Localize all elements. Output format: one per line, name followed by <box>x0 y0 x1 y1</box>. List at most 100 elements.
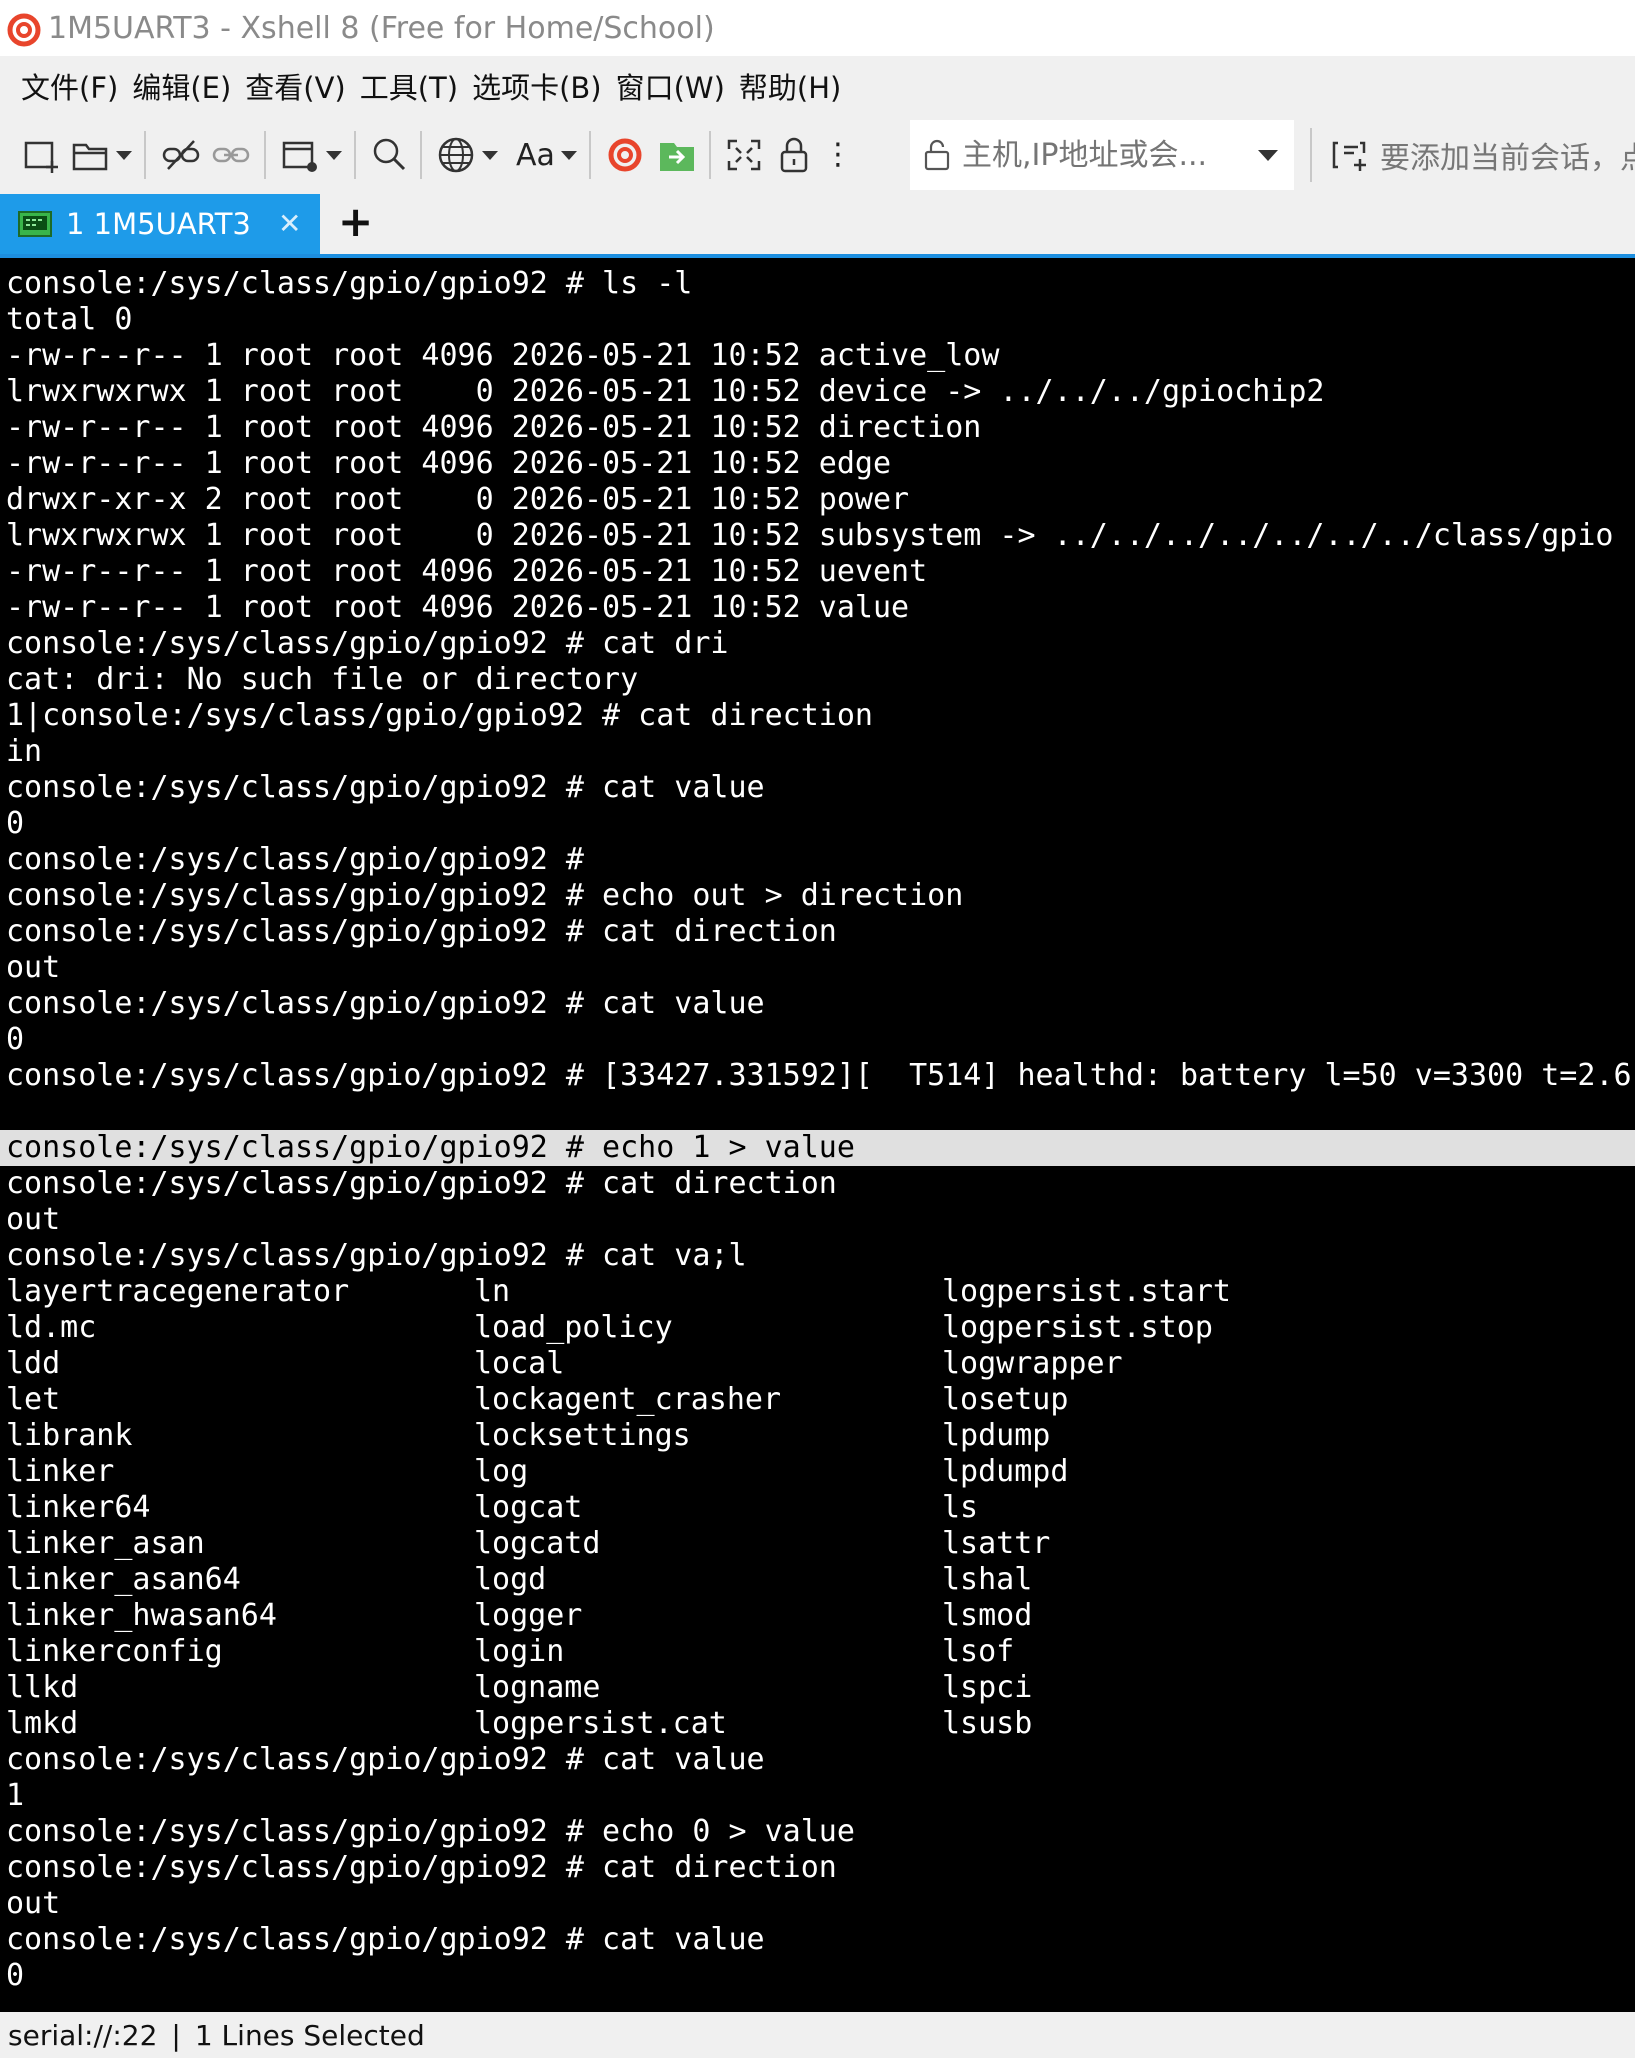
terminal-line: console:/sys/class/gpio/gpio92 # cat dri <box>6 626 729 661</box>
title-bar: 1M5UART3 - Xshell 8 (Free for Home/Schoo… <box>0 0 1635 56</box>
new-window-icon <box>282 141 317 172</box>
menu-view[interactable]: 查看(V) <box>238 65 352 107</box>
menu-help[interactable]: 帮助(H) <box>732 65 848 107</box>
disconnect-button[interactable] <box>160 125 202 185</box>
completion-item: linker64 <box>6 1490 151 1525</box>
menu-tabs[interactable]: 选项卡(B) <box>465 65 609 107</box>
terminal-line: out <box>6 1886 61 1921</box>
toolbar-divider <box>354 131 356 179</box>
terminal-line: cat: dri: No such file or directory <box>6 662 639 697</box>
terminal-line: total 0 <box>6 302 133 337</box>
completion-item: logcat <box>474 1490 583 1525</box>
menu-tools[interactable]: 工具(T) <box>353 65 465 107</box>
lock-icon <box>780 137 808 173</box>
new-session-button[interactable] <box>22 125 62 185</box>
find-button[interactable] <box>370 125 408 185</box>
toolbar-divider <box>264 131 266 179</box>
fullscreen-button[interactable] <box>725 125 763 185</box>
terminal-line: -rw-r--r-- 1 root root 4096 2026-05-21 1… <box>6 590 910 625</box>
completion-row: ldd local logwrapper <box>6 1346 1635 1382</box>
xftp-button[interactable] <box>657 125 697 185</box>
selected-terminal-line[interactable]: console:/sys/class/gpio/gpio92 # echo 1 … <box>0 1130 1635 1166</box>
reconnect-icon <box>212 147 250 163</box>
xshell-button[interactable] <box>605 125 645 185</box>
toolbar-divider <box>420 131 422 179</box>
completion-item: logd <box>474 1562 547 1597</box>
completion-item: lmkd <box>6 1706 79 1741</box>
terminal-line: console:/sys/class/gpio/gpio92 # ls -l <box>6 266 693 301</box>
add-session-hint[interactable]: 要添加当前会话，点 <box>1330 116 1635 194</box>
completion-item: linker_asan <box>6 1526 205 1561</box>
address-bar[interactable] <box>910 120 1294 190</box>
xshell-logo-icon <box>7 13 41 47</box>
chevron-down-icon[interactable] <box>560 150 577 160</box>
terminal-line: 0 <box>6 806 25 841</box>
terminal-line: lrwxrwxrwx 1 root root 0 2026-05-21 10:5… <box>6 518 1614 553</box>
menu-file[interactable]: 文件(F) <box>14 65 125 107</box>
fullscreen-icon <box>727 139 761 171</box>
address-input[interactable] <box>960 136 1254 174</box>
reconnect-button[interactable] <box>210 125 252 185</box>
add-session-text: 要添加当前会话，点 <box>1380 141 1635 176</box>
chevron-down-icon[interactable] <box>326 150 342 160</box>
completion-row: librank locksettings lpdump <box>6 1418 1635 1454</box>
completion-item: local <box>474 1346 565 1381</box>
chevron-down-icon[interactable] <box>1258 150 1278 161</box>
completion-item: librank <box>6 1418 133 1453</box>
completion-item: lsusb <box>942 1706 1033 1741</box>
completion-item: lpdumpd <box>942 1454 1069 1489</box>
completion-item: lsmod <box>942 1598 1033 1633</box>
terminal-line: in <box>6 734 43 769</box>
status-bar: serial://:22 | 1 Lines Selected <box>0 2012 1635 2058</box>
completion-item: ln <box>474 1274 511 1309</box>
menu-window[interactable]: 窗口(W) <box>609 65 732 107</box>
terminal-line: console:/sys/class/gpio/gpio92 # cat val… <box>6 1742 765 1777</box>
add-tab-button[interactable]: + <box>338 196 373 248</box>
completion-item: locksettings <box>474 1418 691 1453</box>
completion-item: logger <box>474 1598 583 1633</box>
terminal-line: 1 <box>6 1778 25 1813</box>
open-button[interactable] <box>70 125 132 185</box>
completion-item: lspci <box>942 1670 1033 1705</box>
completion-item: log <box>474 1454 529 1489</box>
terminal-line: console:/sys/class/gpio/gpio92 # [33427.… <box>6 1058 1632 1093</box>
search-icon <box>373 138 406 171</box>
completion-item: login <box>474 1634 565 1669</box>
completion-item: logname <box>474 1670 601 1705</box>
terminal-line: console:/sys/class/gpio/gpio92 # echo 0 … <box>6 1814 855 1849</box>
globe-icon <box>438 137 474 173</box>
completion-row: lmkd logpersist.cat lsusb <box>6 1706 1635 1742</box>
chevron-down-icon[interactable] <box>116 150 132 160</box>
new-window-button[interactable] <box>280 125 342 185</box>
terminal-line: out <box>6 950 61 985</box>
encoding-button[interactable] <box>436 125 498 185</box>
terminal-tab-icon <box>18 211 52 237</box>
toolbar: Aa ⋮ 主机,IP地址或会... 要添加当前会话，点 <box>0 116 1635 194</box>
terminal-output[interactable]: console:/sys/class/gpio/gpio92 # ls -l t… <box>0 258 1635 2012</box>
completion-item: layertracegenerator <box>6 1274 350 1309</box>
terminal-line: console:/sys/class/gpio/gpio92 # cat dir… <box>6 1850 837 1885</box>
completion-item: linker_hwasan64 <box>6 1598 277 1633</box>
completion-row: let lockagent_crasher losetup <box>6 1382 1635 1418</box>
terminal-line: console:/sys/class/gpio/gpio92 # echo ou… <box>6 878 964 913</box>
add-session-icon <box>1332 141 1366 171</box>
menu-edit[interactable]: 编辑(E) <box>125 65 238 107</box>
completion-row: ld.mc load_policy logpersist.stop <box>6 1310 1635 1346</box>
font-button[interactable]: Aa <box>516 125 577 185</box>
completion-item: llkd <box>6 1670 79 1705</box>
completion-item: logpersist.stop <box>942 1310 1213 1345</box>
completion-item: load_policy <box>474 1310 673 1345</box>
toolbar-divider <box>708 131 711 179</box>
chevron-down-icon[interactable] <box>482 150 498 160</box>
tab-session-1[interactable]: 1 1M5UART3 ✕ <box>0 194 320 254</box>
terminal-line: console:/sys/class/gpio/gpio92 # cat val… <box>6 986 765 1021</box>
terminal-line: console:/sys/class/gpio/gpio92 # cat va;… <box>6 1238 747 1273</box>
terminal-line: 0 <box>6 1958 25 1993</box>
connection-status: serial://:22 <box>8 2018 158 2052</box>
completion-row: linker_asan logcatd lsattr <box>6 1526 1635 1562</box>
more-icon[interactable]: ⋮ <box>823 140 853 170</box>
close-icon[interactable]: ✕ <box>278 207 301 240</box>
completion-item: linker_asan64 <box>6 1562 241 1597</box>
lock-button[interactable] <box>777 125 811 185</box>
completion-item: logpersist.cat <box>474 1706 727 1741</box>
